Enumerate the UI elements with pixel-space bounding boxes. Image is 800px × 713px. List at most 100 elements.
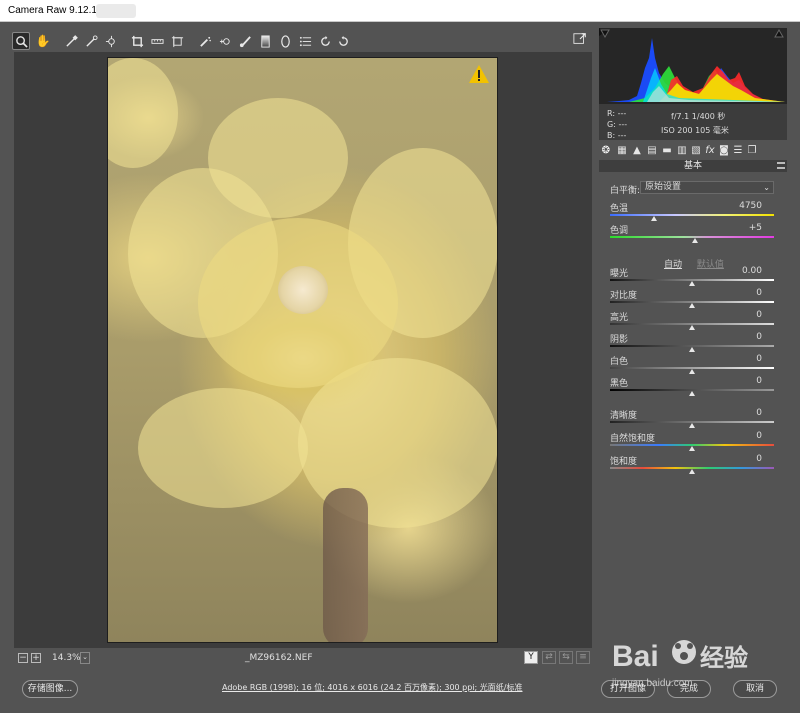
hand-icon[interactable]: ✋ <box>34 32 52 50</box>
slider-blacks[interactable]: 黑色 0 <box>610 376 776 398</box>
file-name: _MZ96162.NEF <box>245 653 313 663</box>
title-blur <box>96 4 136 18</box>
r-value: --- <box>617 109 627 118</box>
slider-track[interactable] <box>610 214 774 216</box>
slider-vibrance[interactable]: 自然饱和度 0 <box>610 431 776 453</box>
toggle-settings-button[interactable]: ≡ <box>576 651 590 664</box>
snapshots-tab-icon[interactable]: ❐ <box>745 144 759 158</box>
slider-thumb[interactable] <box>689 423 695 428</box>
preferences-icon[interactable] <box>296 32 314 50</box>
slider-thumb[interactable] <box>689 303 695 308</box>
slider-whites[interactable]: 白色 0 <box>610 354 776 376</box>
slider-value[interactable]: 0 <box>722 376 762 386</box>
watermark-brand: Bai <box>612 640 659 673</box>
zoom-out-button[interactable]: − <box>18 653 28 663</box>
color-sampler-icon[interactable] <box>82 32 100 50</box>
petal-shape <box>108 58 178 168</box>
targeted-adjust-icon[interactable] <box>102 32 120 50</box>
slider-highlights[interactable]: 高光 0 <box>610 310 776 332</box>
slider-thumb[interactable] <box>689 281 695 286</box>
zoom-level: 14.3% <box>52 653 81 663</box>
slider-value[interactable]: 0 <box>722 408 762 418</box>
straighten-icon[interactable] <box>148 32 166 50</box>
b-label: B: <box>607 131 616 140</box>
panel-menu-icon[interactable] <box>777 162 785 169</box>
adjustment-brush-icon[interactable] <box>236 32 254 50</box>
copy-settings-button[interactable]: ⇆ <box>559 651 573 664</box>
split-toning-tab-icon[interactable]: ▬ <box>660 144 674 158</box>
rotate-left-icon[interactable] <box>316 32 334 50</box>
hsl-tab-icon[interactable]: ▤ <box>645 144 659 158</box>
transform-tab-icon[interactable]: ▧ <box>689 144 703 158</box>
swap-view-button[interactable]: ⇄ <box>542 651 556 664</box>
before-after-toggle[interactable]: Y <box>524 651 538 664</box>
watermark-url: jingyan.baidu.com <box>612 678 693 689</box>
slider-exposure[interactable]: 曝光 0.00 <box>610 266 776 288</box>
slider-value[interactable]: 0 <box>722 454 762 464</box>
slider-thumb[interactable] <box>689 391 695 396</box>
slider-value[interactable]: 0 <box>722 288 762 298</box>
slider-thumb[interactable] <box>689 469 695 474</box>
highlight-clip-indicator <box>774 28 784 38</box>
slider-contrast[interactable]: 对比度 0 <box>610 288 776 310</box>
slider-label: 阴影 <box>610 335 629 345</box>
radial-filter-icon[interactable] <box>276 32 294 50</box>
warning-icon[interactable] <box>468 64 490 84</box>
spot-removal-icon[interactable] <box>196 32 214 50</box>
slider-clarity[interactable]: 清晰度 0 <box>610 408 776 430</box>
slider-value[interactable]: 0 <box>722 354 762 364</box>
slider-thumb[interactable] <box>651 216 658 221</box>
photo-preview[interactable] <box>107 57 498 643</box>
slider-label: 黑色 <box>610 379 629 389</box>
slider-thumb[interactable] <box>689 446 695 451</box>
lens-corrections-tab-icon[interactable]: ▥ <box>675 144 689 158</box>
zoom-in-button[interactable]: + <box>31 653 41 663</box>
slider-label: 对比度 <box>610 291 638 301</box>
slider-value[interactable]: +5 <box>722 223 762 233</box>
white-balance-value: 原始设置 <box>645 182 682 192</box>
tone-curve-tab-icon[interactable]: ▦ <box>615 144 629 158</box>
slider-value[interactable]: 0 <box>722 431 762 441</box>
aperture-shutter: f/7.1 1/400 秒 <box>671 112 726 121</box>
slider-thumb[interactable] <box>689 347 695 352</box>
flower-center <box>278 266 328 314</box>
petal-shape <box>138 388 308 508</box>
g-label: G: <box>607 120 616 129</box>
slider-saturation[interactable]: 饱和度 0 <box>610 454 776 476</box>
presets-tab-icon[interactable]: ☰ <box>731 144 745 158</box>
slider-label: 色温 <box>610 204 629 214</box>
slider-thumb[interactable] <box>692 238 699 243</box>
slider-value[interactable]: 0.00 <box>722 266 762 276</box>
slider-thumb[interactable] <box>689 369 695 374</box>
graduated-filter-icon[interactable] <box>256 32 274 50</box>
save-image-button[interactable]: 存储图像... <box>22 680 78 698</box>
detail-tab-icon[interactable]: ▲ <box>630 144 644 158</box>
rotate-right-icon[interactable] <box>334 32 352 50</box>
white-balance-icon[interactable] <box>62 32 80 50</box>
slider-value[interactable]: 0 <box>722 310 762 320</box>
toolbar: ✋ <box>12 32 592 50</box>
effects-tab-icon[interactable]: fx <box>703 144 717 158</box>
watermark-brand-cn: 经验 <box>700 644 748 672</box>
slider-shadows[interactable]: 阴影 0 <box>610 332 776 354</box>
camera-calibration-tab-icon[interactable]: ◙ <box>717 144 731 158</box>
crop-icon[interactable] <box>128 32 146 50</box>
section-title: 基本 <box>599 160 787 172</box>
histogram <box>599 28 787 104</box>
slider-tint[interactable]: 色调 +5 <box>610 223 776 245</box>
slider-label: 色调 <box>610 226 629 236</box>
fullscreen-toggle-icon[interactable] <box>573 32 589 48</box>
slider-temp[interactable]: 色温 4750 <box>610 201 776 223</box>
zoom-dropdown[interactable]: ⌄ <box>80 652 90 664</box>
zoom-icon[interactable] <box>12 32 30 50</box>
slider-value[interactable]: 0 <box>722 332 762 342</box>
white-balance-select[interactable]: 原始设置 ⌄ <box>640 181 774 194</box>
workflow-options-link[interactable]: Adobe RGB (1998); 16 位; 4016 x 6016 (24.… <box>222 682 522 693</box>
basic-tab-icon[interactable]: ❂ <box>599 144 613 158</box>
slider-label: 曝光 <box>610 269 629 279</box>
transform-icon[interactable] <box>168 32 186 50</box>
slider-value[interactable]: 4750 <box>722 201 762 211</box>
slider-thumb[interactable] <box>689 325 695 330</box>
red-eye-icon[interactable] <box>216 32 234 50</box>
panel-tabs: ❂ ▦ ▲ ▤ ▬ ▥ ▧ fx ◙ ☰ ❐ <box>599 144 787 160</box>
